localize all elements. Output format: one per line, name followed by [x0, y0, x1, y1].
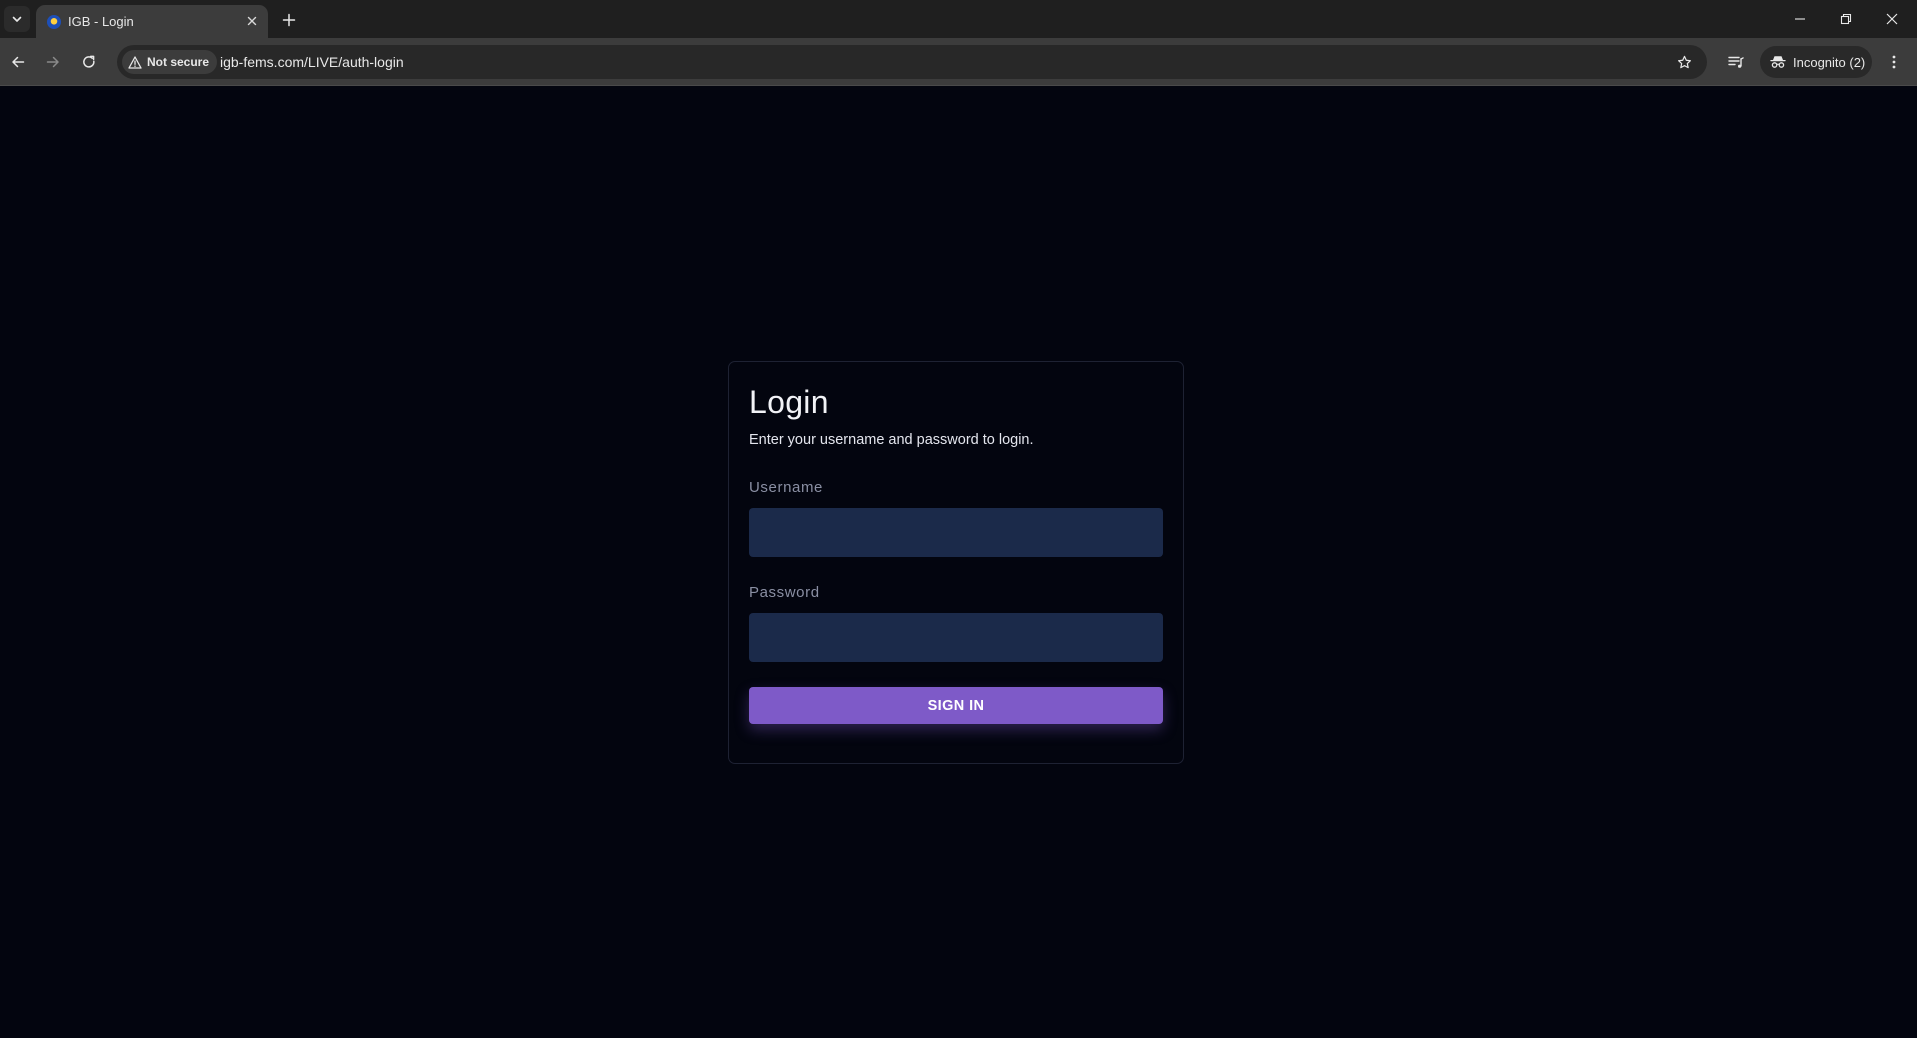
- arrow-left-icon: [12, 56, 25, 68]
- media-queue-icon: [1728, 56, 1744, 68]
- restore-button[interactable]: [1823, 0, 1869, 38]
- media-controls-button[interactable]: [1722, 48, 1750, 76]
- back-button[interactable]: [4, 48, 32, 76]
- incognito-label: Incognito (2): [1793, 54, 1866, 70]
- browser-menu-button[interactable]: [1880, 48, 1908, 76]
- warning-triangle-icon: [128, 55, 142, 69]
- security-label: Not secure: [147, 55, 210, 69]
- sign-in-button[interactable]: SIGN IN: [749, 687, 1163, 724]
- reload-button[interactable]: [75, 48, 103, 76]
- minimize-button[interactable]: [1777, 0, 1823, 38]
- incognito-profile-button[interactable]: Incognito (2): [1760, 46, 1872, 78]
- password-input[interactable]: [749, 613, 1163, 662]
- browser-titlebar: IGB - Login: [0, 0, 1917, 38]
- browser-toolbar: Not secure igb-fems.com/LIVE/auth-login …: [0, 38, 1917, 86]
- tab-active[interactable]: IGB - Login: [36, 5, 268, 38]
- arrow-right-icon: [46, 56, 59, 68]
- username-input[interactable]: [749, 508, 1163, 557]
- login-card: Login Enter your username and password t…: [728, 361, 1184, 764]
- kebab-menu-icon: [1892, 55, 1896, 69]
- login-subtitle: Enter your username and password to logi…: [749, 432, 1034, 448]
- reload-icon: [83, 55, 95, 68]
- login-title: Login: [749, 384, 829, 420]
- tab-close-button[interactable]: [242, 11, 262, 31]
- security-indicator[interactable]: Not secure: [122, 50, 218, 74]
- tab-list-button[interactable]: [4, 6, 30, 32]
- star-icon: [1677, 55, 1691, 68]
- chevron-down-icon: [12, 16, 22, 22]
- close-icon: [1886, 13, 1898, 25]
- new-tab-button[interactable]: [276, 7, 302, 33]
- tab-title: IGB - Login: [68, 14, 134, 29]
- incognito-icon: [1770, 56, 1786, 68]
- close-icon: [247, 16, 257, 26]
- plus-icon: [282, 13, 296, 27]
- site-favicon-icon: [47, 15, 61, 29]
- close-window-button[interactable]: [1869, 0, 1915, 38]
- forward-button[interactable]: [39, 48, 67, 76]
- password-label: Password: [749, 584, 820, 601]
- username-label: Username: [749, 479, 823, 496]
- minimize-icon: [1795, 18, 1805, 20]
- url-text[interactable]: igb-fems.com/LIVE/auth-login: [220, 54, 404, 70]
- bookmark-button[interactable]: [1673, 51, 1695, 73]
- address-bar[interactable]: Not secure igb-fems.com/LIVE/auth-login: [117, 45, 1707, 79]
- restore-icon: [1840, 13, 1852, 25]
- page-viewport: Login Enter your username and password t…: [0, 86, 1917, 1038]
